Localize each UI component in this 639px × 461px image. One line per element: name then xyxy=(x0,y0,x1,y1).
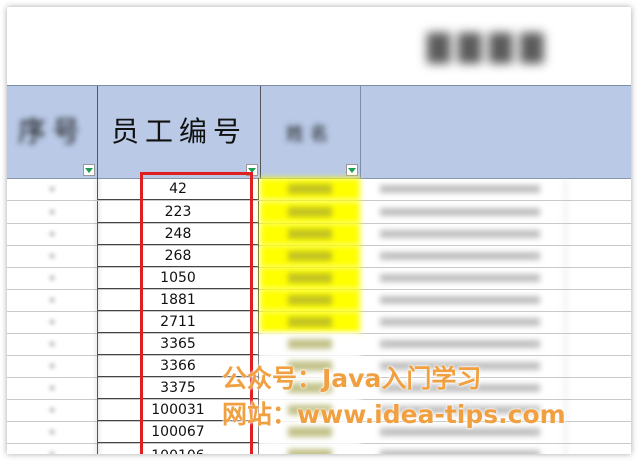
employee-id-cell[interactable]: 42 xyxy=(97,178,259,200)
seq-cell: ▪ xyxy=(7,443,98,454)
name-cell xyxy=(260,267,360,289)
seq-cell: ▪ xyxy=(7,333,98,355)
employee-id-cell[interactable]: 2711 xyxy=(97,311,259,333)
employee-id-cell[interactable]: 3365 xyxy=(97,333,259,355)
blurred-cells xyxy=(360,289,631,311)
employee-id-cell[interactable]: 100106 xyxy=(97,443,259,454)
table-row[interactable]: ▪ 1050 xyxy=(7,267,631,290)
table-header-row: 序号 员工编号 姓名 xyxy=(7,85,631,179)
name-cell xyxy=(260,178,360,200)
filter-dropdown-icon[interactable] xyxy=(346,164,358,176)
seq-cell: ▪ xyxy=(7,311,98,333)
filter-dropdown-icon[interactable] xyxy=(246,164,258,176)
header-cell-employee-id[interactable]: 员工编号 xyxy=(97,86,261,178)
table-row[interactable]: ▪ 1881 xyxy=(7,289,631,312)
employee-id-cell[interactable]: 223 xyxy=(97,201,259,223)
table-row[interactable]: ▪ 100106 xyxy=(7,443,631,454)
employee-id-cell[interactable]: 268 xyxy=(97,245,259,267)
seq-cell: ▪ xyxy=(7,201,98,223)
seq-cell: ▪ xyxy=(7,289,98,311)
employee-id-header-label: 员工编号 xyxy=(110,115,247,148)
seq-cell: ▪ xyxy=(7,399,98,421)
table-row[interactable]: ▪ 42 xyxy=(7,178,631,201)
watermark-line-2: 网站：www.idea-tips.com xyxy=(222,400,566,429)
watermark-line-1: 公众号：Java入门学习 xyxy=(222,364,482,393)
blurred-cells xyxy=(360,223,631,245)
seq-cell: ▪ xyxy=(7,355,98,377)
blurred-cells xyxy=(360,245,631,267)
header-cell-blurred xyxy=(360,86,631,178)
seq-header-label: 序号 xyxy=(17,115,86,148)
blurred-cells xyxy=(360,443,631,454)
seq-cell: ▪ xyxy=(7,223,98,245)
blurred-cells xyxy=(360,201,631,223)
filter-dropdown-icon[interactable] xyxy=(83,164,95,176)
blurred-cells xyxy=(360,311,631,333)
name-header-label: 姓名 xyxy=(286,124,334,145)
table-row[interactable]: ▪ 248 xyxy=(7,223,631,246)
blurred-cells xyxy=(360,333,631,355)
header-cell-seq[interactable]: 序号 xyxy=(7,86,98,178)
name-cell xyxy=(260,245,360,267)
name-cell xyxy=(260,289,360,311)
name-cell xyxy=(260,223,360,245)
employee-id-cell[interactable]: 1050 xyxy=(97,267,259,289)
blurred-cells xyxy=(360,267,631,289)
name-cell xyxy=(260,333,360,355)
seq-cell: ▪ xyxy=(7,377,98,399)
blurred-cells xyxy=(360,178,631,200)
seq-cell: ▪ xyxy=(7,245,98,267)
table-row[interactable]: ▪ 3365 xyxy=(7,333,631,356)
header-cell-name[interactable]: 姓名 xyxy=(260,86,361,178)
table-row[interactable]: ▪ 2711 xyxy=(7,311,631,334)
name-cell xyxy=(260,311,360,333)
name-cell xyxy=(260,443,360,454)
seq-cell: ▪ xyxy=(7,421,98,443)
seq-cell: ▪ xyxy=(7,178,98,200)
name-cell xyxy=(260,201,360,223)
spreadsheet-screenshot: ▇▇▇▇ 序号 员工编号 姓名 ▪ 42 ▪ 223 ▪ 248 ▪ 268 ▪… xyxy=(7,7,631,454)
table-row[interactable]: ▪ 268 xyxy=(7,245,631,268)
table-row[interactable]: ▪ 223 xyxy=(7,201,631,224)
employee-id-cell[interactable]: 1881 xyxy=(97,289,259,311)
employee-id-cell[interactable]: 248 xyxy=(97,223,259,245)
seq-cell: ▪ xyxy=(7,267,98,289)
sheet-title-area: ▇▇▇▇ xyxy=(7,7,631,85)
sheet-title-blurred: ▇▇▇▇ xyxy=(427,29,552,64)
